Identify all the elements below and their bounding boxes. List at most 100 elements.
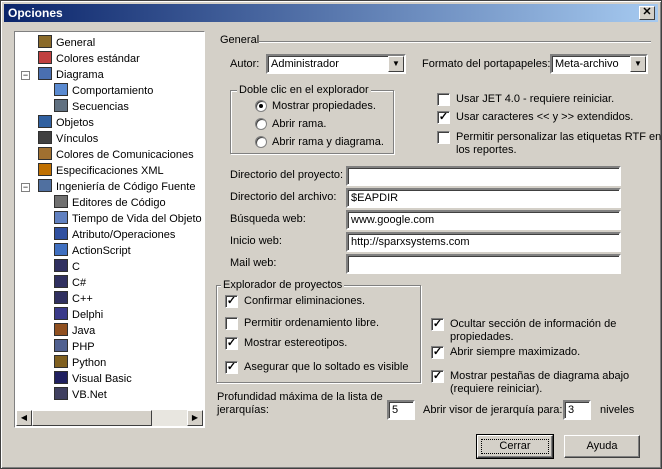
tree-item[interactable]: Tiempo de Vida del Objeto xyxy=(54,211,202,227)
tree-item[interactable]: Visual Basic xyxy=(54,371,132,387)
checkbox[interactable]: ✓ xyxy=(437,111,450,124)
tree-item-label: Secuencias xyxy=(72,101,129,113)
checkbox[interactable] xyxy=(437,93,450,106)
depth-label-line1: Profundidad máxima de la lista de xyxy=(217,391,383,403)
chevron-down-icon[interactable]: ▼ xyxy=(630,56,646,72)
depth-input[interactable]: 5 xyxy=(387,400,415,420)
tree-item[interactable]: Colores estándar xyxy=(38,51,140,67)
text-field[interactable]: http://sparxsystems.com xyxy=(346,232,621,252)
hierarchy-viewer-label: Abrir visor de jerarquía para: xyxy=(423,404,563,416)
tree-item-label: General xyxy=(56,37,96,49)
tree-item[interactable]: C xyxy=(54,259,80,275)
xml-icon xyxy=(38,163,52,176)
tree-item[interactable]: Editores de Código xyxy=(54,195,166,211)
palette-icon xyxy=(38,51,52,64)
clipboard-value: Meta-archivo xyxy=(555,58,619,70)
tree-item[interactable]: Java xyxy=(54,323,95,339)
visual-basic-icon xyxy=(54,371,68,384)
checkbox[interactable] xyxy=(437,131,450,144)
text-field[interactable] xyxy=(346,166,621,186)
collapse-icon[interactable]: − xyxy=(21,71,30,80)
checkbox-label: Usar JET 4.0 - requiere reiniciar. xyxy=(456,93,615,105)
title-bar: Opciones ✕ xyxy=(4,4,658,22)
tree-item[interactable]: Comportamiento xyxy=(54,83,153,99)
scroll-right-icon[interactable]: ▶ xyxy=(187,410,203,426)
source-code-icon xyxy=(38,179,52,192)
collapse-icon[interactable]: − xyxy=(21,183,30,192)
radio-label: Abrir rama y diagrama. xyxy=(272,136,384,148)
radio-button[interactable] xyxy=(255,136,267,148)
tree-item[interactable]: Ingeniería de Código Fuente xyxy=(38,179,195,195)
tree-item[interactable]: Colores de Comunicaciones xyxy=(38,147,194,163)
checkbox-label: Confirmar eliminaciones. xyxy=(244,295,366,307)
text-field[interactable]: $EAPDIR xyxy=(346,188,621,208)
field-label: Directorio del proyecto: xyxy=(230,169,344,181)
scroll-thumb[interactable] xyxy=(32,410,152,426)
communications-icon xyxy=(38,147,52,160)
checkbox[interactable]: ✓ xyxy=(225,337,238,350)
tree-item[interactable]: Especificaciones XML xyxy=(38,163,164,179)
close-icon[interactable]: ✕ xyxy=(639,6,655,20)
tree-item[interactable]: ActionScript xyxy=(54,243,131,259)
tree-item-label: VB.Net xyxy=(72,389,107,401)
tree-item-label: Delphi xyxy=(72,309,104,321)
sequence-icon xyxy=(54,99,68,112)
checkbox[interactable]: ✓ xyxy=(431,370,444,383)
double-click-group-label: Doble clic en el explorador xyxy=(237,84,371,96)
checkbox-label: Abrir siempre maximizado. xyxy=(450,346,581,358)
tree-item[interactable]: VB.Net xyxy=(54,387,107,403)
tree-item[interactable]: Secuencias xyxy=(54,99,129,115)
tree-item-label: Colores de Comunicaciones xyxy=(56,149,194,161)
window-title: Opciones xyxy=(8,6,63,20)
radio-button[interactable] xyxy=(255,100,267,112)
tree-item-label: PHP xyxy=(72,341,95,353)
author-combo[interactable]: Administrador ▼ xyxy=(266,54,406,74)
checkbox[interactable]: ✓ xyxy=(225,361,238,374)
tree-list: General Colores estándar Diagrama − Comporta… xyxy=(16,33,203,410)
checkbox[interactable]: ✓ xyxy=(431,346,444,359)
scroll-left-icon[interactable]: ◀ xyxy=(16,410,32,426)
tree-item[interactable]: Diagrama xyxy=(38,67,104,83)
behavior-icon xyxy=(54,83,68,96)
checkbox-label-continued: propiedades. xyxy=(450,331,514,343)
clipboard-combo[interactable]: Meta-archivo ▼ xyxy=(550,54,648,74)
field-label: Inicio web: xyxy=(230,235,282,247)
checkbox-label-continued: los reportes. xyxy=(456,144,517,156)
tree-item[interactable]: Delphi xyxy=(54,307,103,323)
tree-item-label: Atributo/Operaciones xyxy=(72,229,176,241)
chevron-down-icon[interactable]: ▼ xyxy=(388,56,404,72)
options-tree[interactable]: General Colores estándar Diagrama − Comporta… xyxy=(14,31,205,428)
field-label: Búsqueda web: xyxy=(230,213,306,225)
tree-item[interactable]: General xyxy=(38,35,95,51)
actionscript-icon xyxy=(54,243,68,256)
section-divider xyxy=(259,41,651,43)
python-icon xyxy=(54,355,68,368)
tree-item[interactable]: C++ xyxy=(54,291,93,307)
text-field[interactable] xyxy=(346,254,621,274)
checkbox[interactable]: ✓ xyxy=(225,295,238,308)
tree-item[interactable]: Vínculos xyxy=(38,131,98,147)
java-icon xyxy=(54,323,68,336)
close-button[interactable]: Cerrar xyxy=(476,434,554,459)
tree-item-label: Editores de Código xyxy=(72,197,166,209)
checkbox-label: Ocultar sección de información de xyxy=(450,318,617,330)
horizontal-scrollbar[interactable]: ◀ ▶ xyxy=(16,410,203,426)
checkbox[interactable] xyxy=(225,317,238,330)
hierarchy-viewer-input[interactable]: 3 xyxy=(563,400,591,420)
tree-item[interactable]: Atributo/Operaciones xyxy=(54,227,175,243)
c-icon xyxy=(54,259,68,272)
help-button[interactable]: Ayuda xyxy=(564,435,640,458)
checkbox[interactable]: ✓ xyxy=(431,318,444,331)
tree-item[interactable]: Python xyxy=(54,355,106,371)
radio-button[interactable] xyxy=(255,118,267,130)
text-field[interactable]: www.google.com xyxy=(346,210,621,230)
tree-item[interactable]: PHP xyxy=(54,339,95,355)
tree-item-label: Objetos xyxy=(56,117,94,129)
tree-item[interactable]: Objetos xyxy=(38,115,94,131)
tree-item[interactable]: C# xyxy=(54,275,86,291)
checkbox-label: Permitir ordenamiento libre. xyxy=(244,317,380,329)
php-icon xyxy=(54,339,68,352)
general-icon xyxy=(38,35,52,48)
tree-item-label: Visual Basic xyxy=(72,373,132,385)
tree-item-label: C xyxy=(72,261,80,273)
